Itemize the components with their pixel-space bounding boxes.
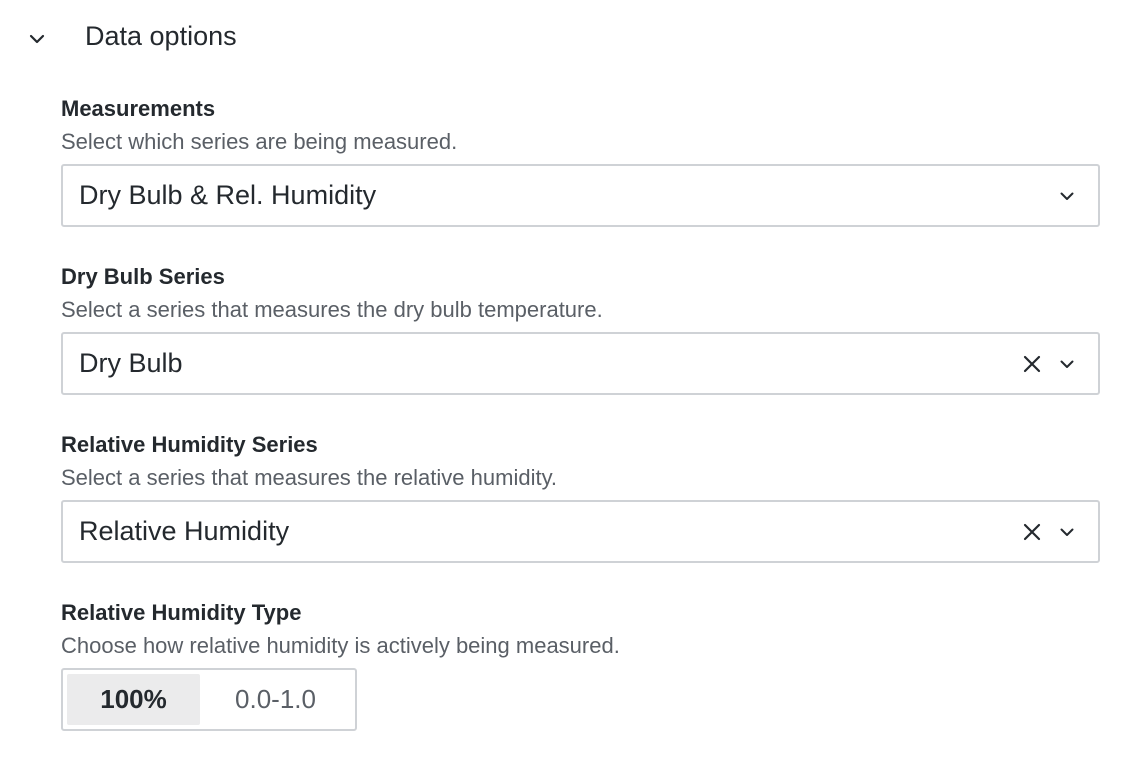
chevron-down-icon [29,34,45,44]
dry-bulb-description: Select a series that measures the dry bu… [61,297,603,322]
humidity-type-option-fraction[interactable]: 0.0-1.0 [200,674,351,725]
relative-humidity-select[interactable]: Relative Humidity [61,500,1100,563]
dry-bulb-dropdown-toggle[interactable] [1058,355,1076,373]
data-options-section-header: Data options [0,0,1130,72]
humidity-type-segmented-control: 100% 0.0-1.0 [61,668,357,731]
relative-humidity-dropdown-toggle[interactable] [1058,523,1076,541]
relative-humidity-select-value: Relative Humidity [79,516,290,546]
relative-humidity-label: Relative Humidity Series [61,432,318,457]
chevron-down-icon [1060,360,1074,368]
dry-bulb-clear-button[interactable] [1022,354,1042,374]
measurements-field: Measurements Select which series are bei… [61,95,1100,227]
close-icon [1023,523,1041,541]
humidity-type-label: Relative Humidity Type [61,600,302,625]
dry-bulb-select[interactable]: Dry Bulb [61,332,1100,395]
dry-bulb-label: Dry Bulb Series [61,264,225,289]
measurements-select-value: Dry Bulb & Rel. Humidity [79,180,377,210]
collapse-toggle[interactable] [24,26,50,52]
dry-bulb-field: Dry Bulb Series Select a series that mea… [61,263,1100,395]
chevron-down-icon [1060,192,1074,200]
measurements-label: Measurements [61,96,216,121]
section-title: Data options [85,21,237,51]
humidity-type-field: Relative Humidity Type Choose how relati… [61,599,1100,731]
humidity-type-description: Choose how relative humidity is actively… [61,633,620,658]
dry-bulb-select-value: Dry Bulb [79,348,183,378]
relative-humidity-clear-button[interactable] [1022,522,1042,542]
measurements-select[interactable]: Dry Bulb & Rel. Humidity [61,164,1100,227]
chevron-down-icon [1060,528,1074,536]
close-icon [1023,355,1041,373]
relative-humidity-field: Relative Humidity Series Select a series… [61,431,1100,563]
relative-humidity-description: Select a series that measures the relati… [61,465,558,490]
measurements-dropdown-toggle[interactable] [1058,187,1076,205]
measurements-description: Select which series are being measured. [61,129,458,154]
humidity-type-option-100-percent[interactable]: 100% [67,674,200,725]
